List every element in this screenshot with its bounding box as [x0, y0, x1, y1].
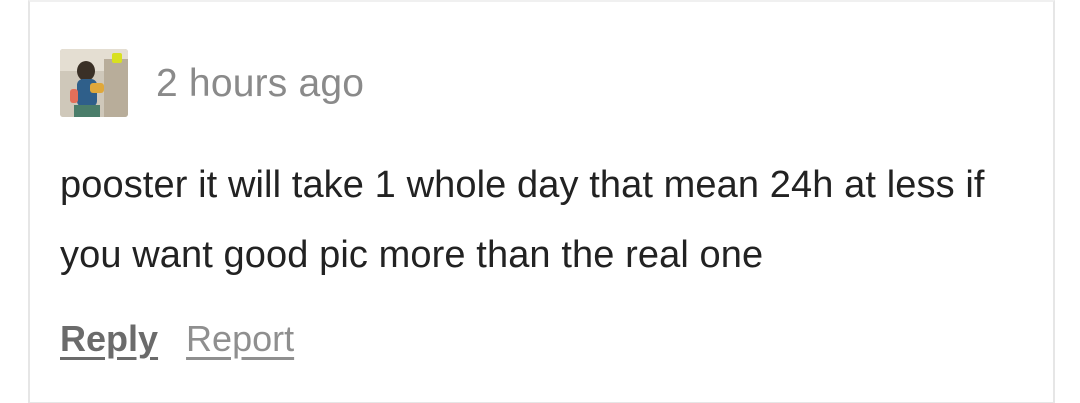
avatar[interactable] — [60, 49, 128, 117]
report-link[interactable]: Report — [186, 318, 294, 360]
avatar-image-icon — [60, 49, 128, 117]
comment-card: 2 hours ago pooster it will take 1 whole… — [28, 0, 1055, 403]
comment-header: 2 hours ago — [60, 48, 364, 118]
comment-timestamp: 2 hours ago — [156, 61, 365, 105]
page: 2 hours ago pooster it will take 1 whole… — [0, 0, 1080, 403]
comment-body-text: pooster it will take 1 whole day that me… — [60, 164, 985, 276]
comment-actions: Reply Report — [60, 318, 294, 360]
reply-link[interactable]: Reply — [60, 318, 158, 360]
